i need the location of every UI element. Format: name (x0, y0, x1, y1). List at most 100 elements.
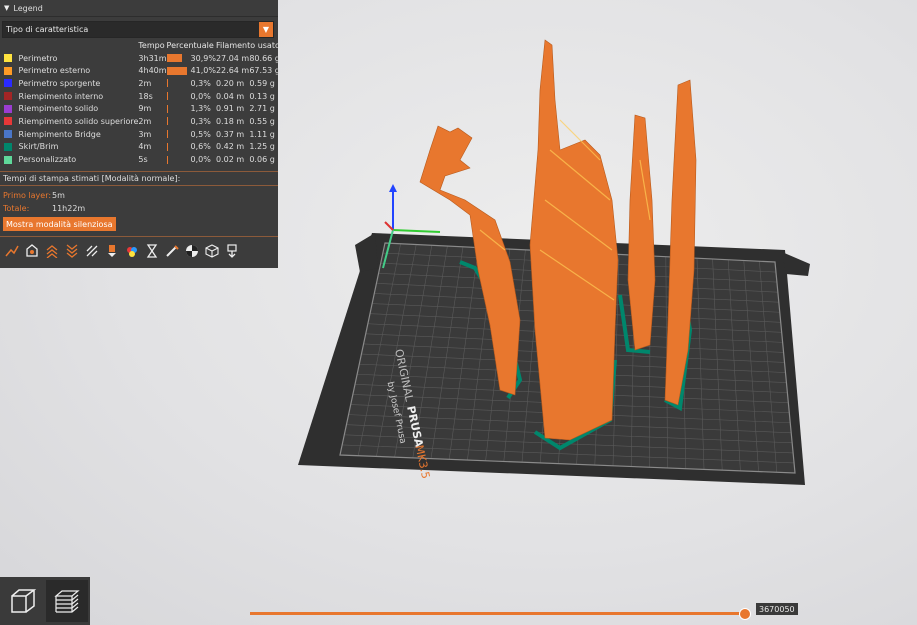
feature-percent-bar (166, 79, 168, 88)
feature-length: 0.42 m (215, 142, 245, 152)
feature-table: Tempo Percentuale Filamento usato Perime… (2, 39, 280, 166)
feature-percent-cell: 0,0% (166, 153, 216, 166)
feature-weight: 0.06 g (249, 155, 275, 165)
deretractions-icon[interactable] (63, 242, 81, 260)
horizontal-slider-thumb[interactable] (739, 608, 751, 620)
feature-weight: 0.59 g (249, 78, 275, 88)
feature-color-swatch (4, 79, 12, 88)
header-time: Tempo (138, 40, 165, 50)
feature-weight: 0.55 g (249, 116, 275, 126)
feature-percent: 0,5% (190, 129, 211, 139)
feature-color-swatch (4, 130, 12, 139)
legend-title: Legend (13, 3, 43, 13)
feature-time: 5s (138, 155, 148, 165)
feature-name: Riempimento solido (18, 104, 99, 114)
3d-view-button[interactable] (2, 580, 44, 622)
feature-table-header: Tempo Percentuale Filamento usato (2, 39, 279, 52)
feature-name-cell: Riempimento solido superiore (2, 115, 138, 128)
show-silent-mode-button[interactable]: Mostra modalità silenziosa (3, 217, 116, 231)
feature-row[interactable]: Perimetro sporgente 2m 0,3% 0.20 m 0.59 g (2, 77, 280, 90)
feature-weight: 2.71 g (249, 104, 275, 114)
feature-row[interactable]: Riempimento interno 18s 0,0% 0.04 m 0.13 g (2, 90, 280, 103)
tool-marker-icon[interactable] (223, 242, 241, 260)
feature-time: 9m (138, 104, 152, 114)
feature-percent: 0,3% (190, 78, 211, 88)
feature-name: Perimetro esterno (18, 66, 91, 76)
total-value: 11h22m (52, 204, 86, 213)
options-toolbar (3, 242, 241, 260)
feature-row[interactable]: Riempimento solido 9m 1,3% 0.91 m 2.71 g (2, 102, 280, 115)
feature-percent-cell: 0,3% (166, 115, 216, 128)
horizontal-slider-value: 3670050 (756, 603, 798, 615)
shells-icon[interactable] (203, 242, 221, 260)
custom-gcode-icon[interactable] (163, 242, 181, 260)
feature-color-swatch (4, 54, 12, 63)
feature-length: 22.64 m (215, 66, 250, 76)
feature-length: 0.37 m (215, 129, 245, 139)
y-axis-red (384, 221, 394, 231)
feature-name-cell: Riempimento interno (2, 90, 138, 103)
feature-weight: 67.53 g (249, 66, 280, 76)
view-type-combo[interactable]: Tipo di caratteristica ▼ (2, 21, 274, 38)
wipe-icon[interactable] (23, 242, 41, 260)
legend-panel: ▼ Legend Tipo di caratteristica ▼ Tempo … (0, 0, 280, 268)
cube-icon (11, 589, 37, 613)
feature-percent-cell: 0,5% (166, 128, 216, 141)
feature-name-cell: Perimetro (2, 52, 138, 65)
model-body-large (529, 39, 619, 441)
feature-weight: 80.66 g (249, 53, 280, 63)
first-layer-value: 5m (52, 191, 65, 200)
color-changes-icon[interactable] (123, 242, 141, 260)
pause-icon[interactable] (143, 242, 161, 260)
feature-time: 3h31m (138, 53, 167, 63)
feature-percent: 0,3% (190, 116, 211, 126)
print-bed-tab-left (355, 233, 378, 272)
feature-row[interactable]: Perimetro esterno 4h40m 41,0% 22.64 m 67.53 … (2, 64, 280, 77)
feature-name-cell: Riempimento solido (2, 102, 138, 115)
feature-time: 3m (138, 129, 152, 139)
feature-row[interactable]: Personalizzato 5s 0,0% 0.02 m 0.06 g (2, 153, 280, 166)
seams-icon[interactable] (83, 242, 101, 260)
retractions-icon[interactable] (43, 242, 61, 260)
feature-color-swatch (4, 155, 12, 164)
header-percent: Percentuale (166, 40, 214, 50)
separator (0, 236, 278, 237)
feature-percent: 30,9% (190, 53, 216, 63)
feature-name: Riempimento solido superiore (18, 116, 139, 126)
feature-time: 4m (138, 142, 152, 152)
view-type-value: Tipo di caratteristica (6, 25, 89, 34)
feature-percent-cell: 41,0% (166, 64, 216, 77)
estimated-times-title: Tempi di stampa stimati [Modalità normal… (3, 174, 181, 183)
horizontal-slider-track[interactable] (250, 612, 745, 615)
feature-weight: 1.11 g (249, 129, 275, 139)
total-label: Totale: (3, 204, 30, 213)
feature-time: 4h40m (138, 66, 167, 76)
preview-button[interactable] (46, 580, 88, 622)
separator (0, 185, 278, 186)
legend-header[interactable]: ▼ Legend (0, 0, 278, 17)
x-axis (392, 229, 441, 233)
feature-time: 18s (138, 91, 153, 101)
feature-name: Perimetro (18, 53, 58, 63)
feature-percent-cell: 0,6% (166, 141, 216, 154)
chevron-down-icon[interactable]: ▼ (259, 22, 273, 37)
feature-row[interactable]: Riempimento Bridge 3m 0,5% 0.37 m 1.11 g (2, 128, 280, 141)
feature-length: 0.02 m (215, 155, 245, 165)
feature-row[interactable]: Riempimento solido superiore 2m 0,3% 0.18 m… (2, 115, 280, 128)
travel-icon[interactable] (3, 242, 21, 260)
feature-color-swatch (4, 92, 12, 101)
feature-time: 2m (138, 78, 152, 88)
center-of-gravity-icon[interactable] (183, 242, 201, 260)
feature-row[interactable]: Skirt/Brim 4m 0,6% 0.42 m 1.25 g (2, 141, 280, 154)
feature-row[interactable]: Perimetro 3h31m 30,9% 27.04 m 80.66 g (2, 52, 280, 65)
tool-changes-icon[interactable] (103, 242, 121, 260)
feature-length: 0.20 m (215, 78, 245, 88)
feature-percent-bar (166, 54, 182, 63)
first-layer-label: Primo layer: (3, 191, 52, 200)
collapse-triangle-icon[interactable]: ▼ (4, 4, 9, 12)
feature-name: Skirt/Brim (18, 142, 59, 152)
feature-percent-cell: 0,3% (166, 77, 216, 90)
z-axis-arrow (389, 184, 397, 192)
feature-percent-bar (166, 92, 168, 101)
separator (0, 171, 278, 172)
